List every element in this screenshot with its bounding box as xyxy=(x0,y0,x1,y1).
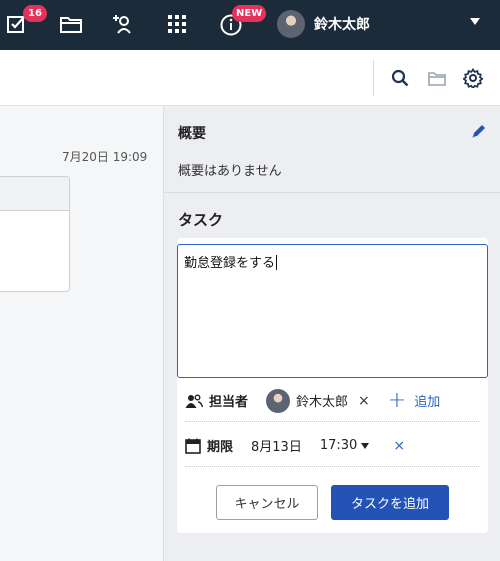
apps-grid-icon[interactable] xyxy=(164,11,190,37)
add-task-button[interactable]: タスクを追加 xyxy=(331,485,449,520)
user-avatar[interactable] xyxy=(277,10,305,38)
add-assignee-label: 追加 xyxy=(414,395,441,410)
message-card xyxy=(0,176,70,292)
message-timestamp: 7月20日 19:09 xyxy=(62,150,148,164)
due-label: 期限 xyxy=(207,440,234,455)
new-badge: NEW xyxy=(232,5,267,22)
chevron-down-icon[interactable] xyxy=(470,18,480,25)
gear-icon[interactable] xyxy=(462,67,484,89)
task-title: タスク xyxy=(178,211,224,229)
remove-assignee-button[interactable]: × xyxy=(358,393,370,409)
assignee-row: 担当者 鈴木太郎 × + 追加 xyxy=(185,380,479,422)
summary-title: 概要 xyxy=(178,126,206,142)
details-panel: 概要 概要はありません タスク 勤怠登録をする 担当者 鈴木太郎 × + 追加 … xyxy=(163,106,500,561)
cancel-button[interactable]: キャンセル xyxy=(216,485,318,520)
text-cursor xyxy=(276,255,278,270)
due-date[interactable]: 8月13日 xyxy=(251,436,302,455)
people-icon xyxy=(185,394,203,408)
summary-text: 概要はありません xyxy=(178,164,282,179)
caret-down-icon[interactable] xyxy=(361,442,370,449)
folder-icon[interactable] xyxy=(426,67,448,89)
search-icon[interactable] xyxy=(389,67,411,89)
toolbar-divider xyxy=(373,60,374,96)
pencil-icon[interactable] xyxy=(470,122,488,140)
user-name[interactable]: 鈴木太郎 xyxy=(314,14,370,34)
assignee-label: 担当者 xyxy=(209,395,249,410)
section-divider xyxy=(164,192,500,193)
tasks-badge: 16 xyxy=(23,5,47,22)
top-nav: 16 NEW 鈴木太郎 xyxy=(0,0,500,50)
clear-due-button[interactable]: × xyxy=(393,438,405,454)
due-row: 期限 8月13日 17:30 × xyxy=(185,425,479,467)
assignee-name: 鈴木太郎 xyxy=(296,395,349,410)
message-card-header xyxy=(0,177,69,211)
toolbar xyxy=(0,50,500,106)
calendar-icon xyxy=(185,438,201,454)
task-form: 勤怠登録をする 担当者 鈴木太郎 × + 追加 期限 8月13日 17:30 ×… xyxy=(177,238,488,533)
plus-icon: + xyxy=(387,387,407,413)
assignee-avatar xyxy=(266,388,291,413)
task-input[interactable]: 勤怠登録をする xyxy=(177,244,488,378)
task-input-value: 勤怠登録をする xyxy=(184,256,276,271)
due-time[interactable]: 17:30 xyxy=(320,438,357,453)
add-assignee-button[interactable]: + 追加 xyxy=(387,387,441,413)
user-add-icon[interactable] xyxy=(111,11,137,37)
folder-icon[interactable] xyxy=(58,11,84,37)
